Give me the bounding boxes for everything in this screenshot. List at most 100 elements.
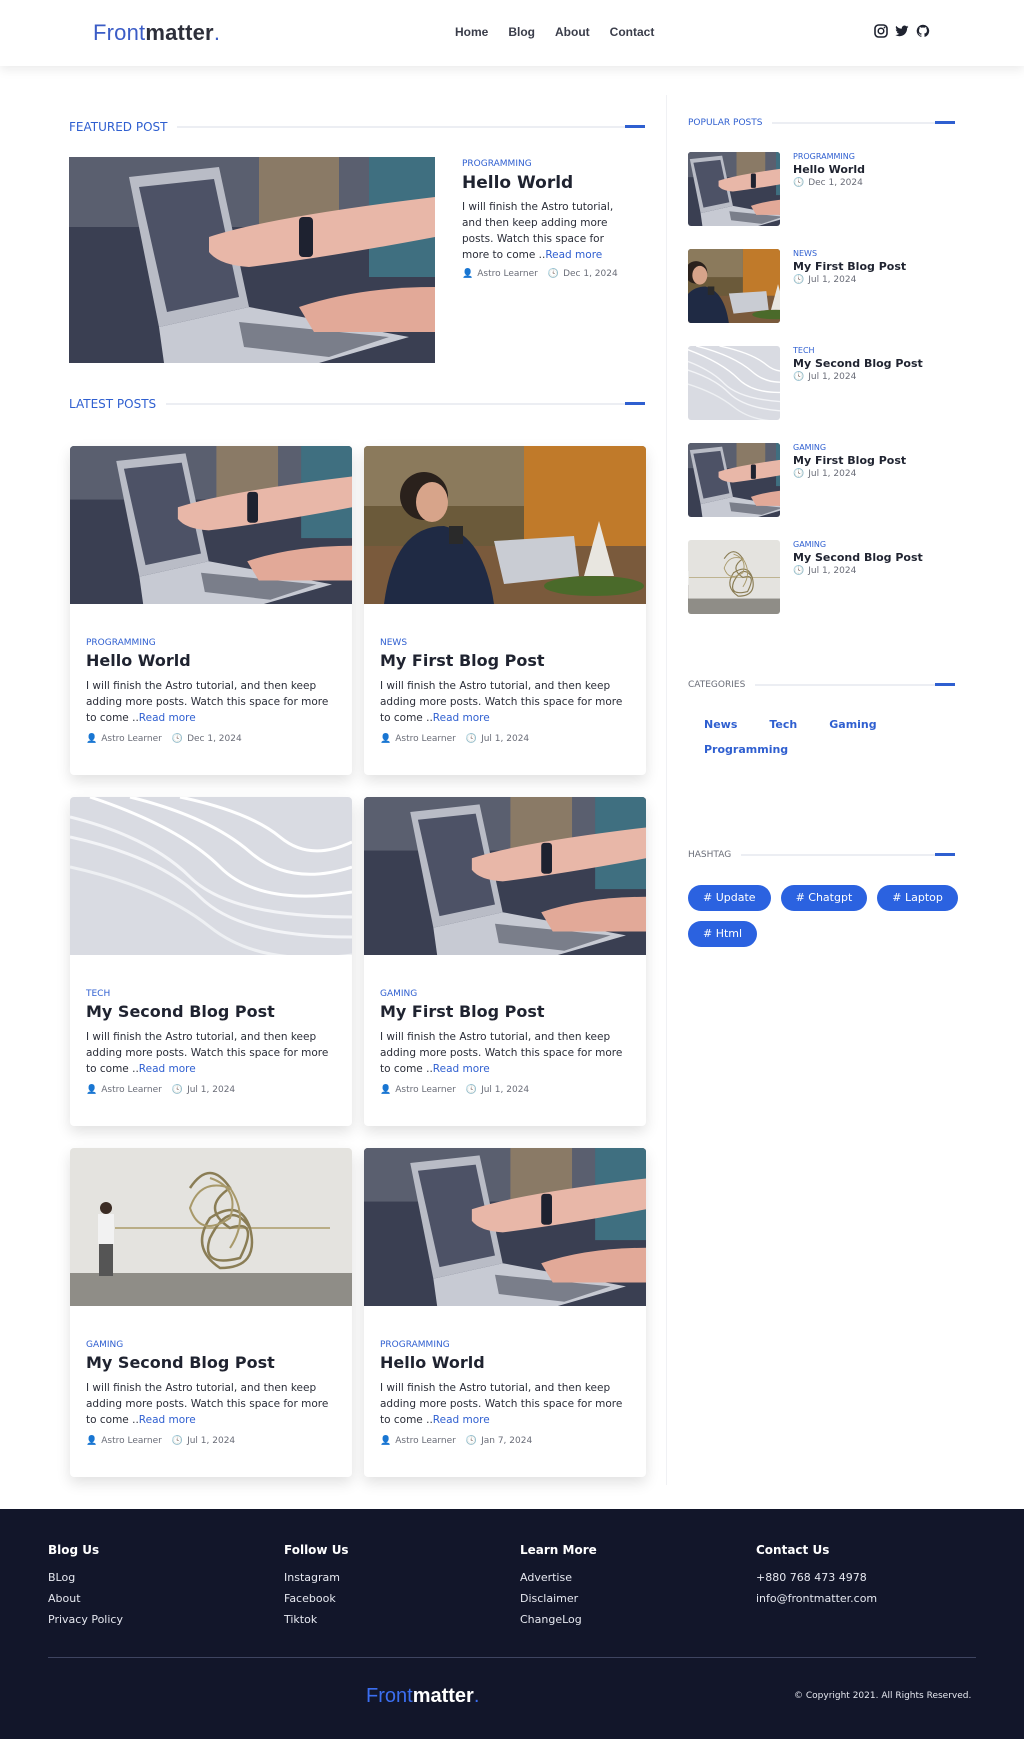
footer-column-title: Contact Us — [756, 1543, 830, 1557]
footer-link-tiktok[interactable]: Tiktok — [284, 1613, 349, 1626]
category-link-gaming[interactable]: Gaming — [829, 718, 876, 731]
post-card-category[interactable]: PROGRAMMING — [380, 1340, 630, 1350]
post-card-date: Jul 1, 2024 — [187, 1436, 236, 1446]
post-card-category[interactable]: PROGRAMMING — [86, 638, 336, 648]
clock-icon: 🕓 — [793, 469, 805, 479]
footer-contact-email[interactable]: info@frontmatter.com — [756, 1592, 877, 1605]
popular-post-image[interactable] — [688, 152, 780, 226]
post-card-title[interactable]: My First Blog Post — [380, 651, 630, 670]
footer-link-advertise[interactable]: Advertise — [520, 1571, 597, 1584]
nav-home-link[interactable]: Home — [455, 25, 488, 39]
footer-link-facebook[interactable]: Facebook — [284, 1592, 349, 1605]
popular-post-category[interactable]: GAMING — [793, 443, 906, 452]
hashtag-laptop[interactable]: # Laptop — [877, 885, 958, 911]
post-card-title[interactable]: My Second Blog Post — [86, 1002, 336, 1021]
post-card-image[interactable] — [364, 797, 646, 955]
footer-link-changelog[interactable]: ChangeLog — [520, 1613, 597, 1626]
hashtag-html[interactable]: # Html — [688, 921, 758, 947]
hashtag-chatgpt[interactable]: # Chatgpt — [780, 885, 868, 911]
featured-post-title[interactable]: Hello World — [462, 173, 632, 193]
footer-logo[interactable]: Frontmatter. — [366, 1685, 479, 1708]
featured-post-category[interactable]: PROGRAMMING — [462, 159, 632, 169]
post-card-date: Jul 1, 2024 — [481, 1085, 530, 1095]
category-link-programming[interactable]: Programming — [704, 743, 788, 756]
post-card[interactable]: TECH My Second Blog Post I will finish the… — [70, 797, 352, 1126]
popular-post-item[interactable]: NEWS My First Blog Post 🕓 Jul 1, 2024 — [688, 249, 958, 323]
footer-link-disclaimer[interactable]: Disclaimer — [520, 1592, 597, 1605]
read-more-link[interactable]: Read more — [139, 1063, 196, 1075]
popular-post-title[interactable]: My First Blog Post — [793, 260, 906, 273]
popular-post-title[interactable]: My Second Blog Post — [793, 551, 923, 564]
footer-contact-phone[interactable]: +880 768 473 4978 — [756, 1571, 877, 1584]
post-card-image[interactable] — [70, 446, 352, 604]
post-card-image[interactable] — [364, 446, 646, 604]
category-link-tech[interactable]: Tech — [769, 718, 797, 731]
post-card[interactable]: GAMING My Second Blog Post I will finish t… — [70, 1148, 352, 1477]
post-card-excerpt: I will finish the Astro tutorial, and th… — [86, 678, 336, 726]
popular-post-category[interactable]: PROGRAMMING — [793, 152, 865, 161]
popular-post-title[interactable]: My Second Blog Post — [793, 357, 923, 370]
read-more-link[interactable]: Read more — [139, 1414, 196, 1426]
post-card[interactable]: PROGRAMMING Hello World I will finish the … — [364, 1148, 646, 1477]
read-more-link[interactable]: Read more — [433, 712, 490, 724]
popular-post-category[interactable]: NEWS — [793, 249, 906, 258]
post-card-title[interactable]: My First Blog Post — [380, 1002, 630, 1021]
post-card-title[interactable]: Hello World — [380, 1353, 630, 1372]
post-card-category[interactable]: NEWS — [380, 638, 630, 648]
post-card[interactable]: GAMING My First Blog Post I will finish th… — [364, 797, 646, 1126]
read-more-link[interactable]: Read more — [433, 1414, 490, 1426]
footer-column-title: Learn More — [520, 1543, 597, 1557]
post-card-category[interactable]: TECH — [86, 989, 336, 999]
popular-post-title[interactable]: Hello World — [793, 163, 865, 176]
post-card-title[interactable]: Hello World — [86, 651, 336, 670]
popular-post-title[interactable]: My First Blog Post — [793, 454, 906, 467]
post-card-excerpt: I will finish the Astro tutorial, and th… — [380, 1029, 630, 1077]
footer-column-title: Follow Us — [284, 1543, 349, 1557]
nav-about-link[interactable]: About — [555, 25, 590, 39]
footer-column-title: Blog Us — [48, 1543, 100, 1557]
popular-post-image[interactable] — [688, 346, 780, 420]
category-link-news[interactable]: News — [704, 718, 737, 731]
popular-post-item[interactable]: GAMING My First Blog Post 🕓 Jul 1, 2024 — [688, 443, 958, 517]
instagram-icon[interactable] — [874, 24, 888, 38]
post-card-image[interactable] — [70, 1148, 352, 1306]
read-more-link[interactable]: Read more — [433, 1063, 490, 1075]
read-more-link[interactable]: Read more — [139, 712, 196, 724]
section-divider — [755, 683, 955, 686]
nav-contact-link[interactable]: Contact — [610, 25, 655, 39]
footer-link-about[interactable]: About — [48, 1592, 123, 1605]
footer-column-contact: Contact Us +880 768 473 4978 info@frontm… — [756, 1543, 877, 1613]
featured-post-author: Astro Learner — [477, 269, 538, 279]
footer-link-privacy[interactable]: Privacy Policy — [48, 1613, 123, 1626]
popular-post-meta: 🕓 Jul 1, 2024 — [793, 372, 923, 382]
nav-blog-link[interactable]: Blog — [508, 25, 535, 39]
post-card[interactable]: NEWS My First Blog Post I will finish the … — [364, 446, 646, 775]
post-card-excerpt-text: I will finish the Astro tutorial, and th… — [380, 1031, 623, 1075]
site-logo[interactable]: Frontmatter. — [93, 20, 220, 46]
post-card-image[interactable] — [364, 1148, 646, 1306]
popular-post-item[interactable]: GAMING My Second Blog Post 🕓 Jul 1, 2024 — [688, 540, 958, 614]
popular-post-text: NEWS My First Blog Post 🕓 Jul 1, 2024 — [793, 249, 906, 285]
hashtag-update[interactable]: # Update — [688, 885, 771, 911]
popular-post-category[interactable]: GAMING — [793, 540, 923, 549]
clock-icon: 🕓 — [465, 1085, 478, 1095]
featured-post-image[interactable] — [69, 157, 435, 363]
featured-title-text: FEATURED POST — [69, 120, 168, 134]
post-card-title[interactable]: My Second Blog Post — [86, 1353, 336, 1372]
popular-post-item[interactable]: PROGRAMMING Hello World 🕓 Dec 1, 2024 — [688, 152, 958, 226]
post-card-image[interactable] — [70, 797, 352, 955]
post-card-category[interactable]: GAMING — [86, 1340, 336, 1350]
popular-post-image[interactable] — [688, 443, 780, 517]
popular-post-category[interactable]: TECH — [793, 346, 923, 355]
popular-post-image[interactable] — [688, 249, 780, 323]
popular-title-text: POPULAR POSTS — [688, 118, 763, 128]
featured-read-more-link[interactable]: Read more — [545, 249, 602, 261]
footer-link-instagram[interactable]: Instagram — [284, 1571, 349, 1584]
github-icon[interactable] — [916, 24, 930, 38]
post-card[interactable]: PROGRAMMING Hello World I will finish the … — [70, 446, 352, 775]
twitter-icon[interactable] — [895, 24, 909, 38]
popular-post-item[interactable]: TECH My Second Blog Post 🕓 Jul 1, 2024 — [688, 346, 958, 420]
footer-link-blog[interactable]: BLog — [48, 1571, 123, 1584]
popular-post-image[interactable] — [688, 540, 780, 614]
post-card-category[interactable]: GAMING — [380, 989, 630, 999]
